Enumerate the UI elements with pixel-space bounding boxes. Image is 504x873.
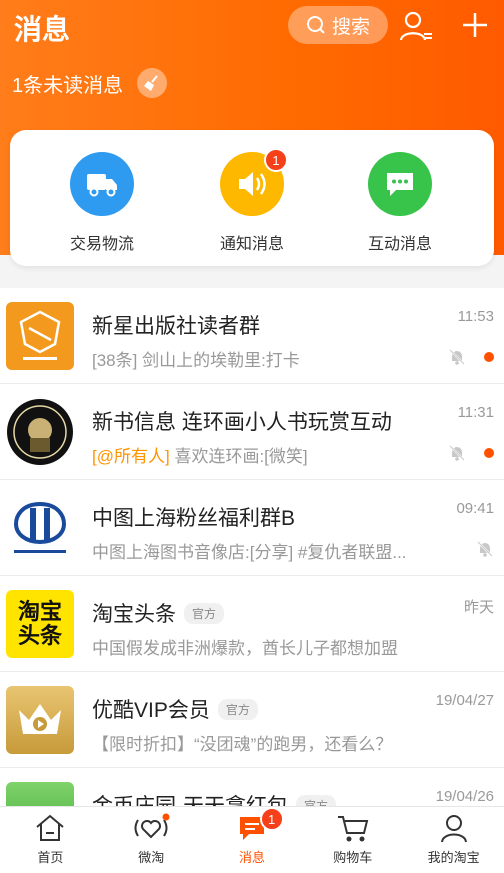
conversation-time: 19/04/27 — [435, 692, 494, 709]
search-icon — [306, 16, 325, 34]
truck-icon — [87, 174, 117, 197]
category-circle: 1 — [220, 148, 288, 216]
taobao-toutiao-logo-line1: 淘宝 — [17, 599, 62, 624]
heart-wave-icon — [134, 813, 170, 839]
taobao-toutiao-logo-line2: 头条 — [17, 623, 62, 648]
conversation-row[interactable]: 淘宝 头条 淘宝头条 官方 中国假发成非洲爆款，酋长儿子都想加盟 昨天 — [0, 576, 504, 672]
conversation-name: 新书信息 连环画小人书玩赏互动 — [92, 411, 392, 434]
avatar — [6, 302, 74, 370]
conversation-name: 新星出版社读者群 — [92, 315, 260, 338]
unread-dot — [484, 352, 494, 362]
avatar — [6, 494, 74, 562]
conversation-time: 昨天 — [463, 599, 494, 616]
search-label: 搜索 — [331, 16, 370, 38]
tab-messages[interactable]: 1 消息 — [202, 807, 303, 873]
conversation-list: 新星出版社读者群 [38条] 剑山上的埃勒里:打卡 11:53 新书信息 连环画… — [0, 288, 504, 864]
comic-group-avatar-icon — [7, 399, 73, 465]
tab-label: 我的淘宝 — [427, 850, 480, 865]
conversation-row[interactable]: 优酷VIP会员 官方 【限时折扣】“没团魂”的跑男，还看么？ 19/04/27 — [0, 672, 504, 768]
official-tag: 官方 — [184, 602, 225, 624]
muted-bell-icon — [449, 445, 465, 461]
category-label: 通知消息 — [219, 236, 284, 253]
crown-icon — [19, 704, 61, 734]
conversation-time: 19/04/26 — [435, 788, 494, 805]
category-label: 交易物流 — [69, 236, 134, 253]
tab-weitao[interactable]: 微淘 — [101, 807, 202, 873]
speaker-icon — [239, 172, 266, 196]
category-circle — [70, 152, 134, 216]
conversation-name: 优酷VIP会员 官方 — [92, 694, 258, 724]
conversation-time: 11:53 — [457, 308, 494, 325]
unread-text: 1条未读消息 — [12, 74, 124, 97]
tab-label: 微淘 — [138, 850, 165, 865]
conversation-preview: 中国假发成非洲爆款，酋长儿子都想加盟 — [92, 639, 398, 658]
notification-badge: 1 — [264, 148, 288, 172]
profile-icon — [440, 815, 467, 843]
category-trade-logistics[interactable]: 交易物流 — [42, 152, 162, 254]
publisher-logo-icon — [19, 310, 61, 360]
bottom-tab-bar: 首页 微淘 1 消息 购物车 我的淘宝 — [0, 806, 504, 873]
official-tag: 官方 — [217, 698, 258, 720]
category-label: 互动消息 — [367, 236, 432, 253]
conversation-row[interactable]: 新星出版社读者群 [38条] 剑山上的埃勒里:打卡 11:53 — [0, 288, 504, 384]
conversation-name: 中图上海粉丝福利群B — [92, 507, 296, 530]
contacts-icon[interactable] — [398, 8, 434, 44]
conversation-row[interactable]: 新书信息 连环画小人书玩赏互动 [@所有人] 喜欢连环画:[微笑] 11:31 — [0, 384, 504, 480]
muted-bell-icon — [477, 541, 493, 557]
conversation-time: 09:41 — [456, 500, 494, 517]
clear-unread-button[interactable] — [137, 68, 168, 98]
home-icon — [36, 814, 65, 841]
conversation-time: 11:31 — [457, 404, 494, 421]
tab-label: 购物车 — [333, 850, 373, 865]
tab-home[interactable]: 首页 — [0, 807, 101, 873]
cart-icon — [337, 816, 369, 842]
conversation-name: 淘宝头条 官方 — [92, 598, 225, 628]
conversation-preview: 中图上海图书音像店:[分享] #复仇者联盟... — [92, 543, 407, 562]
mention-all: [@所有人] — [92, 447, 170, 466]
conversation-row[interactable]: 中图上海粉丝福利群B 中图上海图书音像店:[分享] #复仇者联盟... 09:4… — [0, 480, 504, 576]
tab-label: 消息 — [238, 850, 265, 865]
cnpiec-logo-icon — [13, 501, 67, 553]
conversation-preview: 【限时折扣】“没团魂”的跑男，还看么？ — [92, 735, 393, 754]
message-categories: 交易物流 1 通知消息 互动消息 — [10, 130, 494, 266]
avatar: 淘宝 头条 — [6, 590, 74, 658]
unread-dot — [484, 448, 494, 458]
broom-icon — [144, 75, 158, 91]
avatar — [6, 398, 74, 466]
tab-my-taobao[interactable]: 我的淘宝 — [403, 807, 504, 873]
page-title: 消息 — [14, 14, 71, 45]
category-circle — [368, 152, 432, 216]
tab-cart[interactable]: 购物车 — [302, 807, 403, 873]
add-icon[interactable] — [458, 8, 492, 42]
search-button[interactable]: 搜索 — [288, 6, 388, 44]
avatar — [6, 686, 74, 754]
unread-summary: 1条未读消息 — [12, 68, 168, 98]
category-interactions[interactable]: 互动消息 — [340, 152, 460, 254]
category-notifications[interactable]: 1 通知消息 — [192, 148, 312, 254]
conversation-preview: [38条] 剑山上的埃勒里:打卡 — [92, 351, 300, 370]
tab-label: 首页 — [37, 850, 64, 865]
conversation-preview: [@所有人] 喜欢连环画:[微笑] — [92, 447, 308, 466]
muted-bell-icon — [449, 349, 465, 365]
chat-icon — [387, 173, 413, 196]
messages-badge: 1 — [259, 807, 284, 831]
